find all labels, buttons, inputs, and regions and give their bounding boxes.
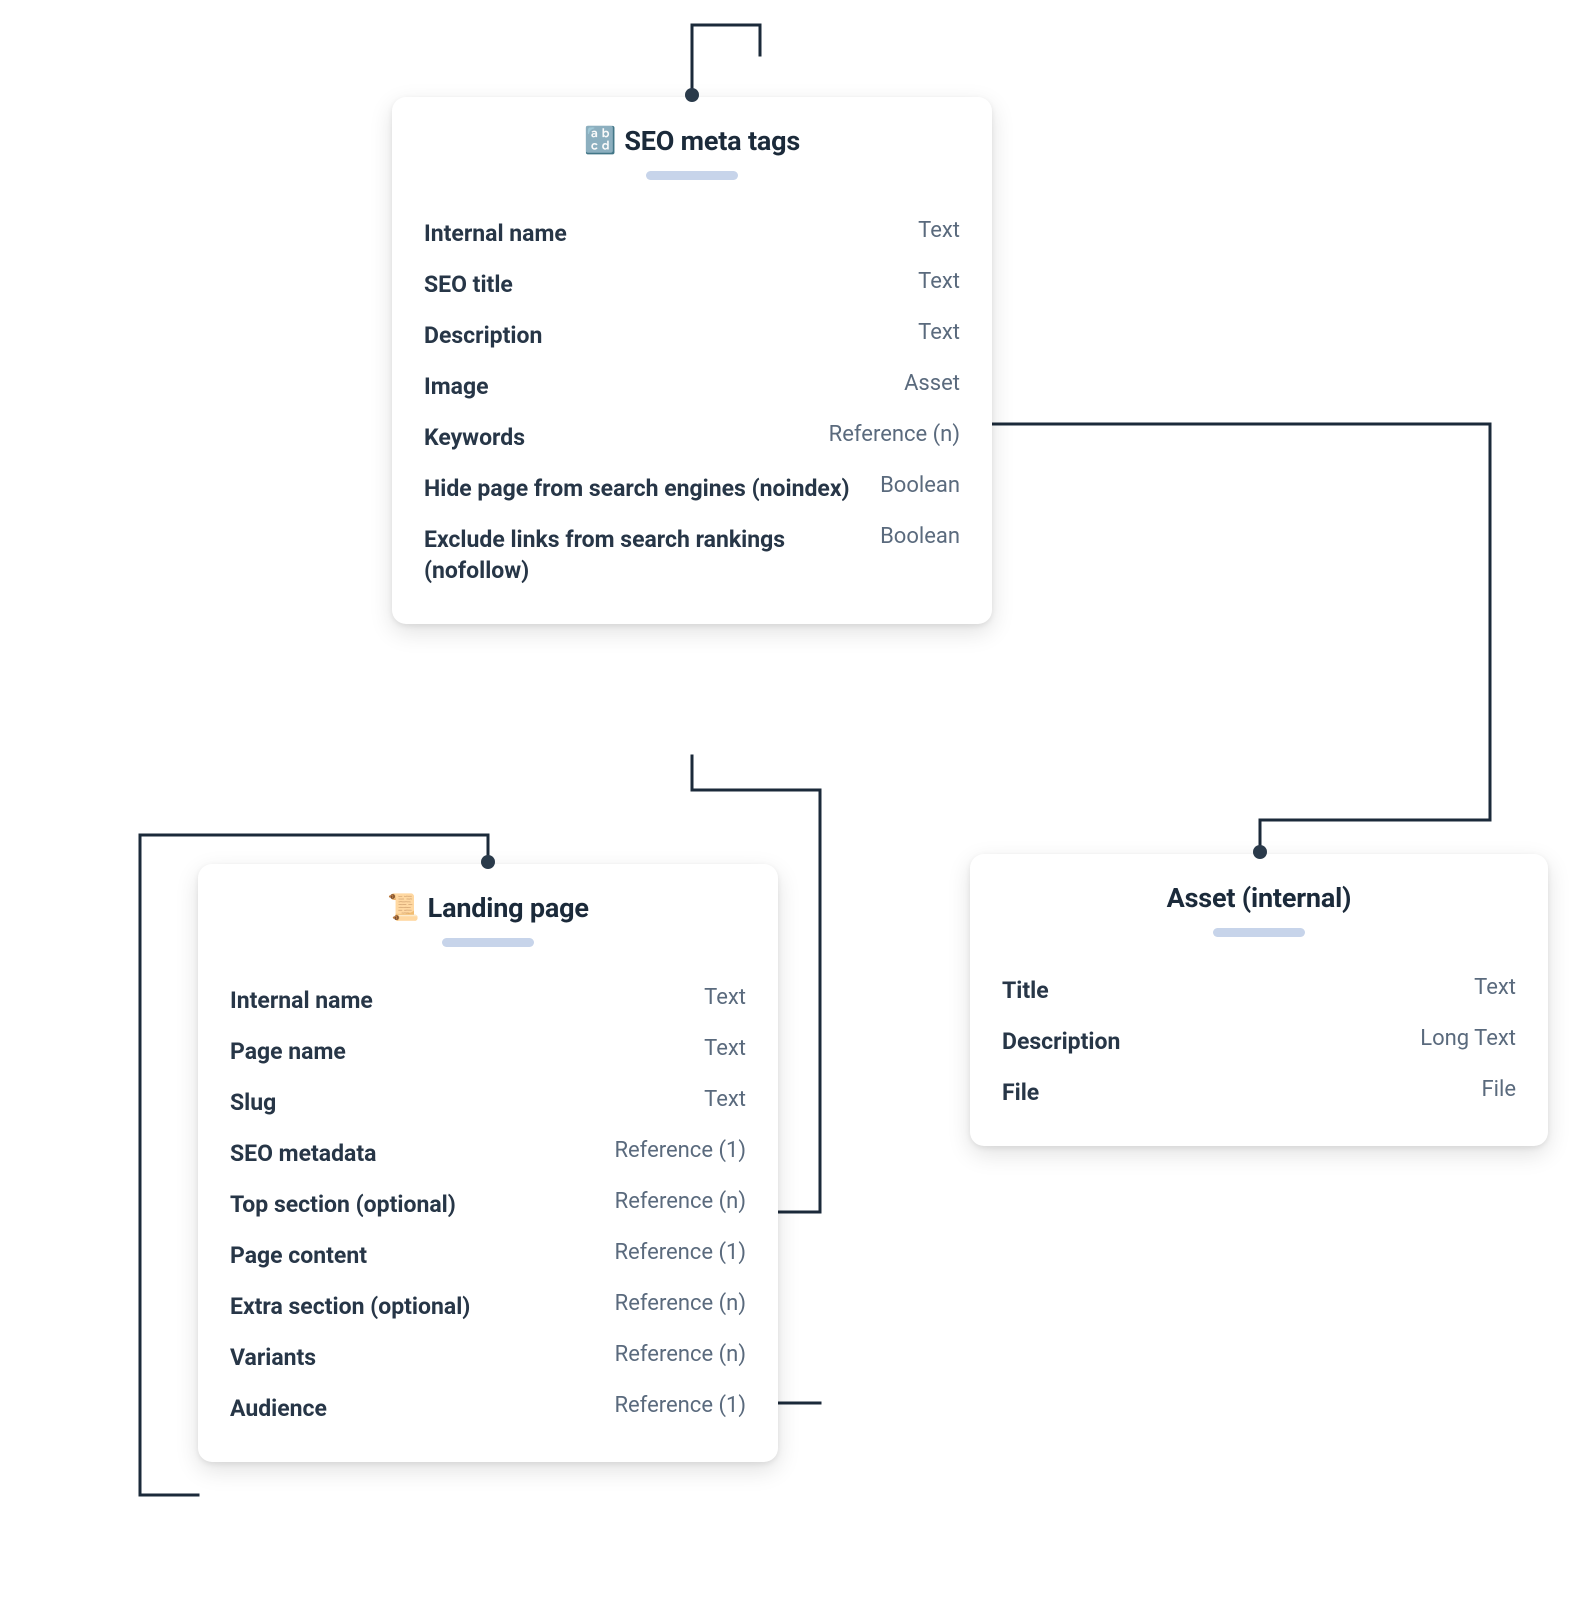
- card-title: Asset (internal): [1167, 882, 1352, 914]
- drag-handle[interactable]: [646, 171, 738, 180]
- field-row[interactable]: File File: [1002, 1067, 1516, 1118]
- field-type: Text: [704, 985, 746, 1010]
- field-label: SEO title: [424, 269, 894, 300]
- field-row[interactable]: Internal name Text: [230, 975, 746, 1026]
- field-type: File: [1481, 1077, 1516, 1102]
- field-row[interactable]: Slug Text: [230, 1077, 746, 1128]
- edge: [992, 424, 1490, 852]
- field-type: Asset: [904, 371, 960, 396]
- field-row[interactable]: Variants Reference (n): [230, 1332, 746, 1383]
- field-label: Description: [424, 320, 894, 351]
- field-label: Extra section (optional): [230, 1291, 591, 1322]
- field-label: Internal name: [230, 985, 680, 1016]
- card-header: 📜 Landing page: [230, 892, 746, 947]
- field-row[interactable]: Description Text: [424, 310, 960, 361]
- field-type: Text: [918, 320, 960, 345]
- field-row[interactable]: Hide page from search engines (noindex) B…: [424, 463, 960, 514]
- card-title-row: Asset (internal): [1167, 882, 1352, 914]
- field-row[interactable]: Description Long Text: [1002, 1016, 1516, 1067]
- field-row[interactable]: Top section (optional) Reference (n): [230, 1179, 746, 1230]
- field-label: Title: [1002, 975, 1450, 1006]
- field-type: Reference (1): [614, 1138, 746, 1163]
- field-type: Reference (n): [615, 1189, 746, 1214]
- field-label: Top section (optional): [230, 1189, 591, 1220]
- field-row[interactable]: Image Asset: [424, 361, 960, 412]
- field-label: Keywords: [424, 422, 805, 453]
- field-type: Long Text: [1420, 1026, 1516, 1051]
- field-label: Page name: [230, 1036, 680, 1067]
- field-row[interactable]: Internal name Text: [424, 208, 960, 259]
- field-label: SEO metadata: [230, 1138, 590, 1169]
- drag-handle[interactable]: [1213, 928, 1305, 937]
- field-type: Reference (n): [829, 422, 960, 447]
- field-list: Internal nameTextSEO titleTextDescriptio…: [424, 208, 960, 596]
- field-list: Internal name Text Page name Text Slug Text SE…: [230, 975, 746, 1434]
- card-header: 🔡 SEO meta tags: [424, 125, 960, 180]
- field-row[interactable]: SEO title Text: [424, 259, 960, 310]
- drag-handle[interactable]: [442, 938, 534, 947]
- edge: [692, 25, 760, 95]
- field-label: Slug: [230, 1087, 680, 1118]
- field-type: Text: [918, 269, 960, 294]
- field-type: Text: [1474, 975, 1516, 1000]
- model-card-landing-page[interactable]: 📜 Landing page Internal nameTextPage nam…: [198, 864, 778, 1462]
- field-type: Reference (1): [614, 1240, 746, 1265]
- field-row[interactable]: Exclude links from search rankings (nofo…: [424, 514, 960, 596]
- field-row[interactable]: SEO metadata Reference (1): [230, 1128, 746, 1179]
- field-row[interactable]: Title Text: [1002, 965, 1516, 1016]
- field-row[interactable]: Page name Text: [230, 1026, 746, 1077]
- card-top-port[interactable]: [481, 855, 495, 869]
- field-type: Boolean: [880, 524, 960, 549]
- field-label: Exclude links from search rankings (nofo…: [424, 524, 856, 586]
- field-label: Internal name: [424, 218, 894, 249]
- field-type: Text: [704, 1036, 746, 1061]
- card-top-port[interactable]: [1253, 845, 1267, 859]
- field-label: Image: [424, 371, 880, 402]
- diagram-canvas[interactable]: 🔡 SEO meta tags Internal nameTextSEO tit…: [0, 0, 1596, 1600]
- field-row[interactable]: Page content Reference (1): [230, 1230, 746, 1281]
- field-label: Description: [1002, 1026, 1396, 1057]
- model-card-asset-internal[interactable]: Asset (internal) Title Text Description Lon…: [970, 854, 1548, 1146]
- field-row[interactable]: Keywords Reference (n): [424, 412, 960, 463]
- card-top-port[interactable]: [685, 88, 699, 102]
- field-type: Reference (n): [615, 1342, 746, 1367]
- field-label: File: [1002, 1077, 1457, 1108]
- field-type: Text: [918, 218, 960, 243]
- field-label: Hide page from search engines (noindex): [424, 473, 856, 504]
- field-type: Reference (1): [614, 1393, 746, 1418]
- card-title-row: 🔡 SEO meta tags: [584, 125, 800, 157]
- card-title-row: 📜 Landing page: [387, 892, 588, 924]
- field-row[interactable]: Extra section (optional) Reference (n): [230, 1281, 746, 1332]
- card-title: Landing page: [428, 892, 589, 924]
- card-icon: 📜: [387, 895, 419, 921]
- field-type: Reference (n): [615, 1291, 746, 1316]
- field-type: Text: [704, 1087, 746, 1112]
- card-title: SEO meta tags: [624, 125, 800, 157]
- field-label: Variants: [230, 1342, 591, 1373]
- card-header: Asset (internal): [1002, 882, 1516, 937]
- card-icon: 🔡: [584, 128, 616, 154]
- model-card-seo-meta-tags[interactable]: 🔡 SEO meta tags Internal nameTextSEO tit…: [392, 97, 992, 624]
- field-list: Title Text Description Long Text File File: [1002, 965, 1516, 1118]
- field-label: Audience: [230, 1393, 590, 1424]
- field-label: Page content: [230, 1240, 590, 1271]
- field-row[interactable]: Audience Reference (1): [230, 1383, 746, 1434]
- field-type: Boolean: [880, 473, 960, 498]
